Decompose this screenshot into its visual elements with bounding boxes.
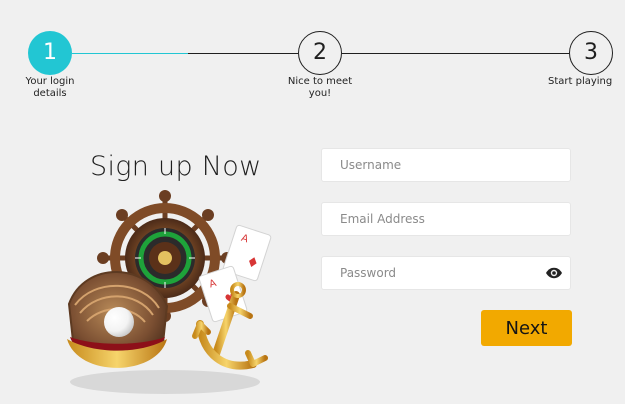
- email-field[interactable]: [321, 202, 571, 236]
- step-2-number: 2: [313, 40, 327, 65]
- step-3-number: 3: [584, 40, 598, 65]
- stepper-connector-line: [188, 53, 298, 54]
- signup-stepper: 1 2 3 Your login details Nice to meet yo…: [0, 0, 625, 110]
- step-1-indicator: 1: [28, 31, 72, 75]
- password-field[interactable]: [321, 256, 571, 290]
- stepper-connector-line: [342, 53, 569, 54]
- email-input[interactable]: [322, 203, 570, 235]
- stepper-progress-line: [72, 53, 188, 54]
- next-button[interactable]: Next: [481, 310, 572, 346]
- username-input[interactable]: [322, 149, 570, 181]
- step-3-indicator: 3: [569, 31, 613, 75]
- username-field[interactable]: [321, 148, 571, 182]
- step-2-caption: Nice to meet you!: [287, 76, 353, 99]
- password-input[interactable]: [322, 257, 570, 289]
- step-3-caption: Start playing: [548, 76, 613, 87]
- casino-illustration: A ♦ A ♥: [55, 190, 305, 400]
- eye-icon[interactable]: [544, 265, 564, 281]
- page-title: Sign up Now: [90, 151, 262, 182]
- step-2-indicator: 2: [298, 31, 342, 75]
- step-1-number: 1: [43, 40, 57, 65]
- step-1-caption: Your login details: [25, 76, 75, 99]
